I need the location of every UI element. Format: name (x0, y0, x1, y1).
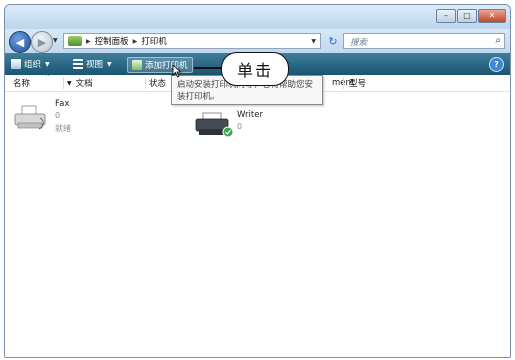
item-document-count: 0 (237, 122, 243, 131)
chevron-down-icon: ▼ (67, 79, 72, 87)
window-controls: – □ ✕ (435, 9, 506, 23)
column-header-name[interactable]: 名称 (13, 75, 30, 91)
column-name-label: 名称 (13, 79, 31, 89)
item-name: Writer (237, 110, 263, 120)
printer-list: Fax 0 就绪 Writer 0 (5, 92, 510, 357)
chevron-down-icon: ▼ (45, 60, 50, 68)
column-header-status[interactable]: 状态 (149, 75, 166, 91)
column-divider[interactable] (63, 77, 64, 89)
breadcrumb-control-panel[interactable]: 控制面板 (95, 35, 129, 47)
mouse-pointer-icon (172, 64, 182, 78)
column-header-model[interactable]: 型号 (349, 75, 366, 91)
column-divider[interactable] (145, 77, 146, 89)
maximize-button[interactable]: □ (457, 9, 477, 23)
sort-ascending-icon: ^ (45, 74, 51, 81)
help-icon[interactable]: ? (489, 57, 504, 72)
fax-icon (14, 105, 46, 130)
callout-label: 单击 (236, 61, 273, 80)
search-placeholder: 搜索 (350, 38, 368, 48)
search-input[interactable]: 搜索 ⌕ (343, 33, 505, 49)
back-button[interactable]: ◀ (9, 31, 31, 53)
minimize-button[interactable]: – (436, 9, 456, 23)
add-printer-button[interactable]: 添加打印机 (127, 57, 193, 73)
add-printer-icon (132, 60, 142, 70)
views-button[interactable]: 视图 ▼ (73, 57, 112, 71)
breadcrumb-separator-icon[interactable]: ▶ (133, 38, 138, 45)
column-documents-label: 文档 (75, 79, 93, 89)
control-panel-icon (68, 36, 82, 46)
item-document-count: 0 (55, 111, 61, 120)
organize-button[interactable]: 组织 ▼ (11, 57, 50, 71)
column-divider[interactable] (343, 77, 344, 89)
item-status: 就绪 (55, 124, 71, 133)
organize-label: 组织 (24, 60, 42, 70)
refresh-icon: ↻ (328, 34, 338, 48)
item-name: Fax (55, 99, 70, 109)
views-label: 视图 (86, 60, 104, 70)
tooltip-line: 装打印机。 (177, 92, 220, 102)
column-model-label: 型号 (349, 79, 367, 89)
chevron-down-icon: ▼ (107, 60, 112, 68)
breadcrumb-separator-icon[interactable]: ▶ (86, 38, 91, 45)
refresh-button[interactable]: ↻ (325, 33, 341, 49)
callout-connector (194, 67, 222, 69)
forward-button[interactable]: ▶ (31, 31, 53, 53)
forward-arrow-icon: ▶ (37, 35, 47, 49)
click-callout: 单击 (221, 52, 289, 86)
breadcrumb-printers[interactable]: 打印机 (141, 35, 167, 47)
address-dropdown-icon[interactable]: ▼ (311, 38, 316, 45)
title-bar: – □ ✕ (5, 5, 510, 29)
navigation-bar: ◀ ▶ ▼ ▶ 控制面板 ▶ 打印机 ▼ ↻ 搜索 ⌕ (5, 29, 510, 53)
printer-icon (195, 112, 234, 138)
search-icon[interactable]: ⌕ (495, 35, 501, 46)
back-arrow-icon: ◀ (15, 35, 25, 49)
address-bar[interactable]: ▶ 控制面板 ▶ 打印机 ▼ (63, 33, 321, 49)
close-button[interactable]: ✕ (478, 9, 506, 23)
list-item-fax[interactable]: Fax 0 就绪 (13, 98, 93, 140)
organize-icon (11, 59, 21, 69)
column-header-documents[interactable]: ▼ 文档 (67, 75, 93, 91)
list-item-writer[interactable]: Writer 0 (195, 110, 315, 140)
recent-pages-dropdown[interactable]: ▼ (53, 37, 58, 44)
views-icon (73, 59, 83, 69)
column-status-label: 状态 (149, 79, 167, 89)
